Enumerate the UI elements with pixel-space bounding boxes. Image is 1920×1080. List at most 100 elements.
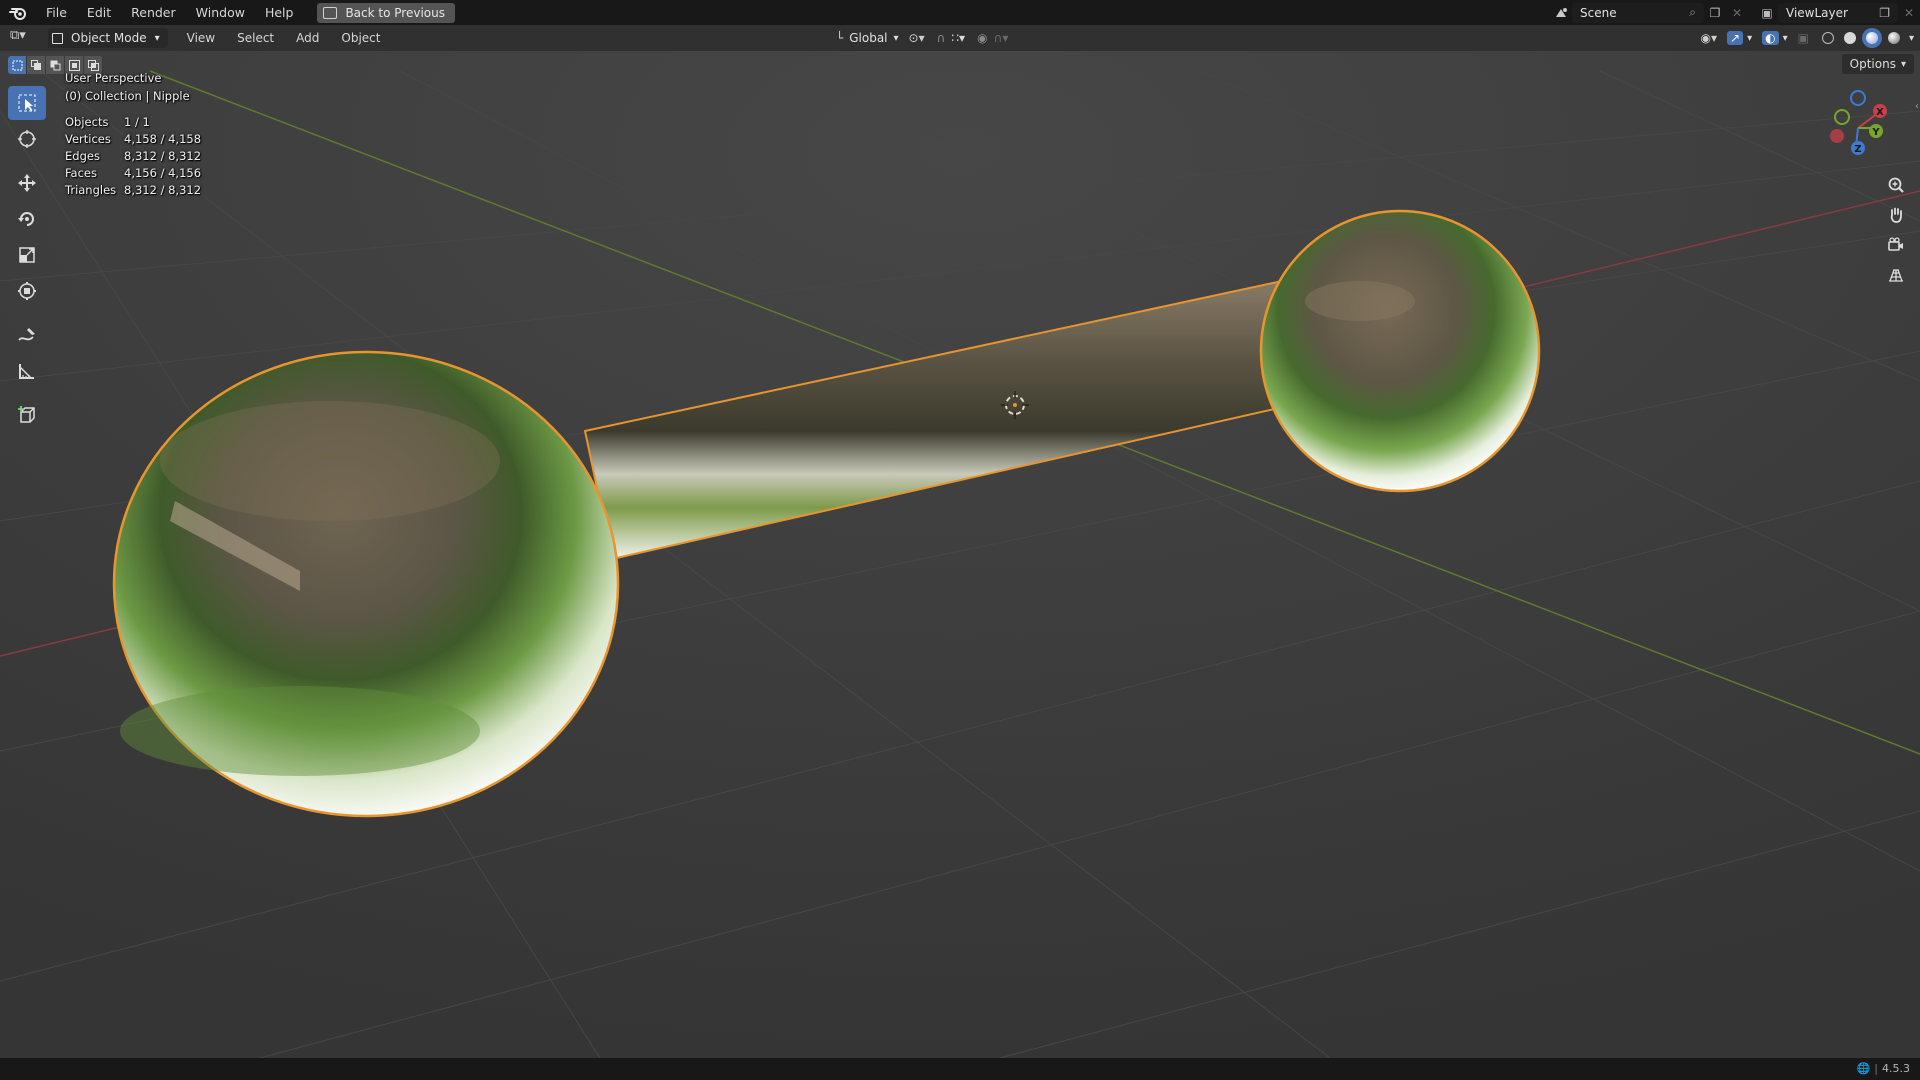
stat-value: 4,156 / 4,156: [124, 166, 202, 180]
menu-render[interactable]: Render: [121, 0, 186, 25]
menu-help[interactable]: Help: [255, 0, 304, 25]
back-to-previous-button[interactable]: Back to Previous: [317, 2, 455, 23]
pivot-point-icon[interactable]: ⊙▾: [909, 31, 925, 45]
stat-value: 4,158 / 4,158: [124, 132, 202, 146]
snap-grid-icon[interactable]: ∷▾: [951, 31, 965, 45]
tool-shelf: [8, 86, 48, 434]
add-cube-tool[interactable]: [8, 398, 46, 432]
sidebar-toggle-icon[interactable]: ‹: [1915, 101, 1919, 112]
select-box-tool[interactable]: [8, 86, 46, 120]
cursor-tool[interactable]: [8, 122, 46, 156]
stat-label: Objects: [65, 115, 109, 129]
select-new-icon[interactable]: [8, 56, 27, 74]
overlays-toggle-icon[interactable]: ◐: [1762, 31, 1779, 45]
menu-edit[interactable]: Edit: [77, 0, 121, 25]
transform-orientation-icon: └: [836, 31, 844, 45]
editor-type-icon[interactable]: ⧉▾: [10, 28, 26, 43]
transform-orientation-dropdown[interactable]: Global: [849, 31, 887, 45]
scene-type-icon[interactable]: [1550, 3, 1572, 23]
menu-select[interactable]: Select: [226, 31, 285, 45]
navigation-tools: [1882, 171, 1910, 291]
xray-toggle-icon[interactable]: ▣: [1798, 31, 1809, 45]
transform-tool[interactable]: [8, 274, 46, 308]
menu-window[interactable]: Window: [186, 0, 255, 25]
object-mode-label: Object Mode: [71, 31, 147, 45]
gizmo-toggle-icon[interactable]: ↗: [1727, 31, 1744, 45]
delete-scene-icon[interactable]: ✕: [1726, 3, 1748, 23]
viewport-header: ⧉▾ Object Mode ▾ View Select Add Object …: [0, 25, 1920, 51]
scale-tool[interactable]: [8, 238, 46, 272]
chevron-down-icon: ▾: [893, 32, 899, 44]
stat-value: 8,312 / 8,312: [124, 149, 202, 163]
options-dropdown[interactable]: Options ▾: [1841, 54, 1914, 74]
menu-file[interactable]: File: [36, 0, 77, 25]
camera-view-icon[interactable]: [1882, 231, 1910, 259]
pan-hand-icon[interactable]: [1882, 201, 1910, 229]
object-mode-dropdown[interactable]: Object Mode ▾: [48, 28, 168, 48]
proportional-editing-icon[interactable]: ◉: [977, 31, 987, 45]
scene-name: Scene: [1580, 5, 1617, 20]
view-layer-selector[interactable]: ViewLayer ❐: [1778, 2, 1898, 23]
new-scene-icon[interactable]: ❐: [1704, 3, 1726, 23]
chevron-down-icon: ▾: [1900, 58, 1906, 70]
rendered-shading-button[interactable]: [1884, 28, 1904, 48]
collection-label: (0) Collection | Nipple: [65, 89, 190, 103]
stat-row: Triangles 8,312 / 8,312: [65, 182, 201, 199]
perspective-toggle-icon[interactable]: [1882, 261, 1910, 289]
chevron-down-icon[interactable]: ▾: [1747, 33, 1752, 44]
gizmo-x-label: X: [1876, 107, 1884, 118]
network-icon: 🌐: [1856, 1062, 1871, 1075]
viewport-scene: [0, 51, 1920, 1058]
annotate-tool[interactable]: [8, 318, 46, 352]
snap-icon[interactable]: ∩: [937, 31, 946, 45]
back-screen-icon: [323, 6, 338, 19]
material-shading-button[interactable]: [1861, 28, 1882, 48]
stat-label: Edges: [65, 149, 100, 163]
chevron-down-icon[interactable]: ▾: [1909, 33, 1914, 44]
top-menu-bar: File Edit Render Window Help Back to Pre…: [0, 0, 1920, 25]
pin-icon[interactable]: ⌕: [1689, 5, 1696, 20]
version-label: 4.5.3: [1882, 1062, 1910, 1075]
options-label: Options: [1849, 57, 1896, 71]
rotate-tool[interactable]: [8, 202, 46, 236]
view-name-label: User Perspective: [65, 71, 162, 85]
stat-row: Objects 1 / 1: [65, 114, 201, 131]
viewport-info-overlay: User Perspective (0) Collection | Nipple…: [65, 69, 201, 199]
stat-label: Vertices: [65, 132, 111, 146]
menu-add[interactable]: Add: [285, 31, 330, 45]
measure-tool[interactable]: [8, 354, 46, 388]
visibility-icon[interactable]: ◉▾: [1701, 31, 1718, 45]
blender-logo-icon[interactable]: [0, 0, 36, 25]
stat-value: 8,312 / 8,312: [124, 183, 202, 197]
menu-view[interactable]: View: [176, 31, 226, 45]
view-layer-name: ViewLayer: [1786, 5, 1848, 20]
select-extend-icon[interactable]: [27, 56, 46, 74]
status-bar: 🌐 | 4.5.3: [0, 1058, 1920, 1080]
delete-view-layer-icon[interactable]: ✕: [1898, 3, 1920, 23]
select-subtract-icon[interactable]: [46, 56, 65, 74]
wireframe-shading-button[interactable]: [1818, 28, 1838, 48]
gizmo-z-label: Z: [1854, 144, 1861, 155]
stat-value: 1 / 1: [124, 115, 150, 129]
view-layer-type-icon[interactable]: ▣: [1756, 3, 1778, 23]
navigation-gizmo[interactable]: X Y Z: [1806, 86, 1906, 166]
move-tool[interactable]: [8, 166, 46, 200]
3d-viewport[interactable]: User Perspective (0) Collection | Nipple…: [0, 51, 1920, 1058]
chevron-down-icon: ▾: [154, 32, 160, 44]
version-info: 🌐 | 4.5.3: [1857, 1062, 1910, 1075]
solid-shading-button[interactable]: [1840, 28, 1860, 48]
stat-row: Edges 8,312 / 8,312: [65, 148, 201, 165]
menu-object[interactable]: Object: [330, 31, 391, 45]
zoom-icon[interactable]: [1882, 171, 1910, 199]
stat-row: Faces 4,156 / 4,156: [65, 165, 201, 182]
back-to-previous-label: Back to Previous: [345, 5, 445, 20]
stat-label: Triangles: [65, 183, 117, 197]
stat-label: Faces: [65, 166, 97, 180]
new-view-layer-icon[interactable]: ❐: [1879, 6, 1890, 20]
chevron-down-icon[interactable]: ▾: [1783, 33, 1788, 44]
object-mode-icon: [52, 32, 63, 44]
scene-statistics: Objects 1 / 1 Vertices 4,158 / 4,158 Edges…: [65, 114, 201, 199]
falloff-icon[interactable]: ∩▾: [994, 31, 1009, 45]
separator: |: [1874, 1062, 1878, 1075]
scene-selector[interactable]: Scene ⌕: [1572, 2, 1704, 23]
